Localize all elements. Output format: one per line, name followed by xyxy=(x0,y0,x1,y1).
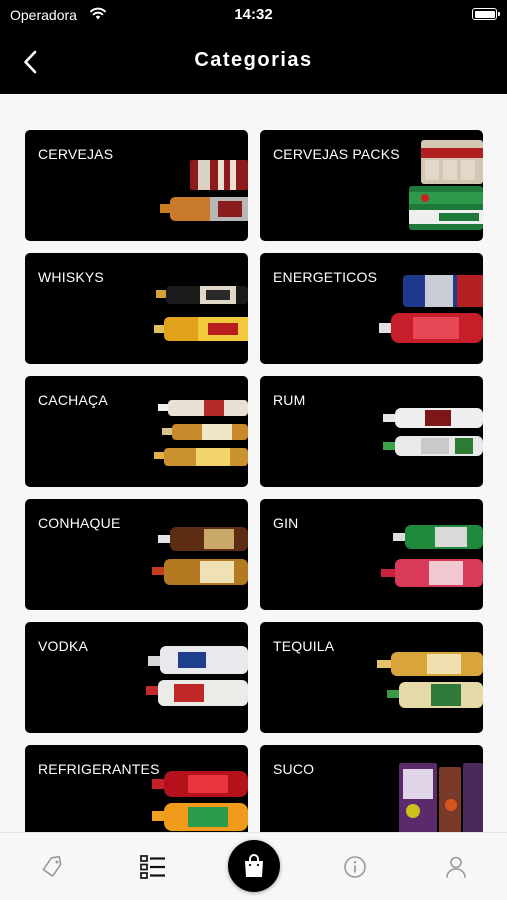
info-icon xyxy=(344,856,366,878)
categories-content[interactable]: CERVEJAS CERVEJAS PACKS WHISKYS ENERGETI… xyxy=(0,94,507,832)
tab-profile[interactable] xyxy=(440,851,472,883)
category-label: CERVEJAS xyxy=(38,146,114,162)
user-icon xyxy=(446,856,466,878)
category-label: SUCO xyxy=(273,761,315,777)
category-label: REFRIGERANTES xyxy=(38,761,160,777)
shopping-bag-icon xyxy=(245,854,263,877)
category-label: TEQUILA xyxy=(273,638,335,654)
list-icon xyxy=(140,855,165,879)
conhaque-products-image xyxy=(152,527,248,585)
tab-promos[interactable] xyxy=(36,851,68,883)
category-grid: CERVEJAS CERVEJAS PACKS WHISKYS ENERGETI… xyxy=(25,130,483,832)
category-label: CACHAÇA xyxy=(38,392,108,408)
category-label: CERVEJAS PACKS xyxy=(273,146,400,162)
battery-icon xyxy=(472,8,500,20)
cart-button[interactable] xyxy=(228,840,280,892)
soda-products-image xyxy=(152,771,248,831)
gin-products-image xyxy=(381,525,483,587)
category-label: WHISKYS xyxy=(38,269,104,285)
category-card-suco[interactable]: SUCO xyxy=(260,745,483,832)
category-label: ENERGETICOS xyxy=(273,269,378,285)
tag-icon xyxy=(42,855,62,877)
category-card-rum[interactable]: RUM xyxy=(260,376,483,487)
tab-categories[interactable] xyxy=(137,851,169,883)
energy-drinks-image xyxy=(379,275,483,343)
tab-info[interactable] xyxy=(339,851,371,883)
category-label: VODKA xyxy=(38,638,89,654)
tab-bar xyxy=(0,832,507,900)
category-card-energeticos[interactable]: ENERGETICOS xyxy=(260,253,483,364)
category-card-tequila[interactable]: TEQUILA xyxy=(260,622,483,733)
category-card-gin[interactable]: GIN xyxy=(260,499,483,610)
whisky-products-image xyxy=(154,286,248,341)
tequila-products-image xyxy=(377,652,483,708)
category-label: GIN xyxy=(273,515,299,531)
page-title: Categorias xyxy=(194,49,313,71)
category-card-cachaca[interactable]: CACHAÇA xyxy=(25,376,248,487)
beer-products-image xyxy=(160,160,248,221)
status-time: 14:32 xyxy=(234,6,273,23)
rum-products-image xyxy=(383,408,483,456)
category-card-whiskys[interactable]: WHISKYS xyxy=(25,253,248,364)
category-card-conhaque[interactable]: CONHAQUE xyxy=(25,499,248,610)
juice-products-image xyxy=(399,763,483,832)
status-bar: Operadora 14:32 xyxy=(0,0,507,30)
category-label: CONHAQUE xyxy=(38,515,121,531)
vodka-products-image xyxy=(146,646,248,706)
category-card-cervejas-packs[interactable]: CERVEJAS PACKS xyxy=(260,130,483,241)
nav-bar: Categorias xyxy=(0,30,507,94)
cachaca-products-image xyxy=(154,400,248,466)
category-label: RUM xyxy=(273,392,306,408)
category-card-cervejas[interactable]: CERVEJAS xyxy=(25,130,248,241)
category-card-vodka[interactable]: VODKA xyxy=(25,622,248,733)
category-card-refrigerantes[interactable]: REFRIGERANTES xyxy=(25,745,248,832)
